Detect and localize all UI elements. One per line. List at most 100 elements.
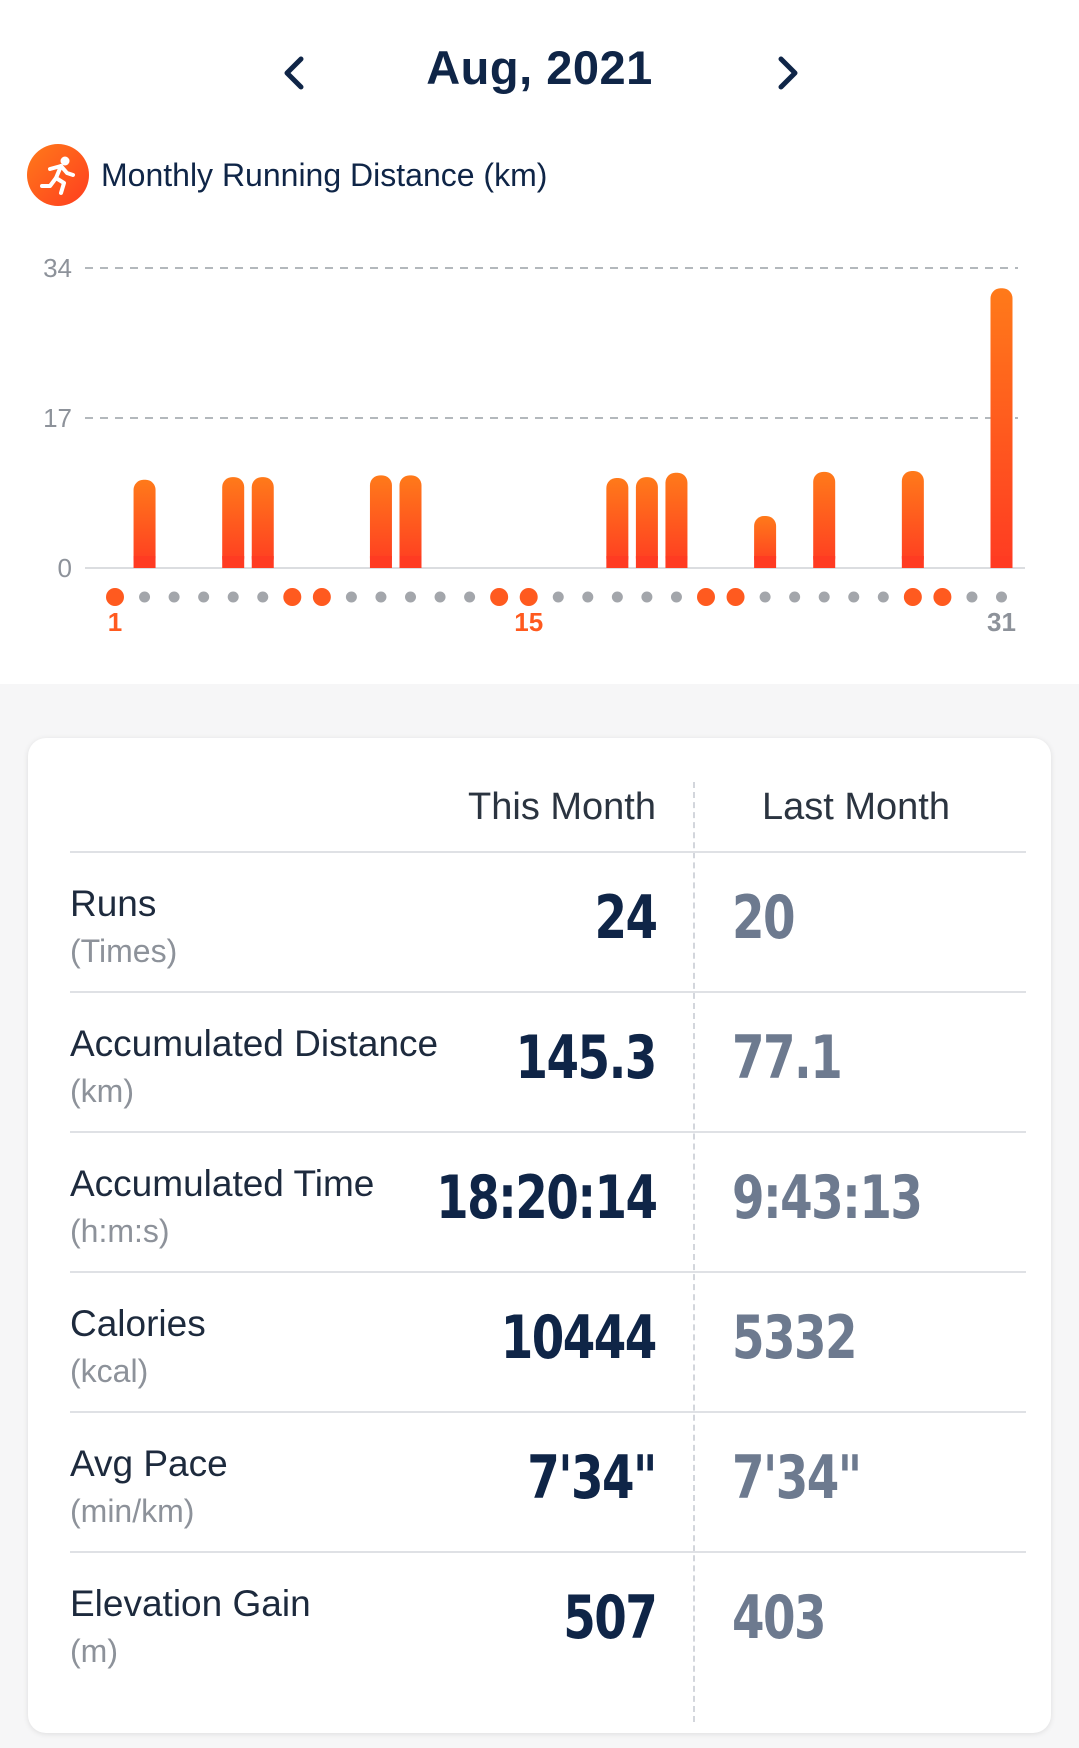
run-day-dot <box>933 588 952 606</box>
bar-base <box>251 556 274 568</box>
bar-base <box>901 556 924 568</box>
day-dot <box>789 591 801 603</box>
bar <box>665 472 688 568</box>
day-dot <box>139 591 151 603</box>
bar <box>606 478 629 568</box>
stat-this-month-value: 7'34" <box>527 1443 657 1513</box>
stat-this-month-value: 24 <box>593 883 658 953</box>
this-month-header: This Month <box>468 786 656 828</box>
bar-base <box>369 556 392 568</box>
day-dot <box>611 591 623 603</box>
chart-header: Monthly Running Distance (km) <box>27 143 547 207</box>
bar <box>399 475 422 568</box>
stat-unit: (km) <box>70 1073 134 1109</box>
y-tick-label: 17 <box>43 403 72 433</box>
day-dot <box>375 591 387 603</box>
bar <box>990 288 1013 568</box>
chart-panel: Aug, 2021 Monthly Running Distance (km) … <box>0 0 1079 684</box>
stat-last-month-value: 20 <box>732 883 796 953</box>
x-tick-label: 1 <box>108 607 122 637</box>
day-dot <box>996 591 1007 603</box>
day-dot <box>759 591 771 603</box>
y-tick-label: 34 <box>43 253 72 283</box>
stat-label: Elevation Gain <box>70 1583 311 1624</box>
chevron-right-icon <box>778 56 798 90</box>
bar-base <box>635 556 658 568</box>
stat-unit: (min/km) <box>70 1493 195 1529</box>
stat-last-month-value: 5332 <box>732 1303 858 1373</box>
day-dot <box>434 591 446 603</box>
day-dot <box>257 591 269 603</box>
run-day-dot <box>903 588 922 606</box>
bar-base <box>990 556 1013 568</box>
y-tick-label: 0 <box>58 553 72 583</box>
run-day-dot <box>283 588 302 606</box>
day-dot <box>345 591 357 603</box>
day-dot <box>877 591 889 603</box>
run-day-dot <box>726 588 745 606</box>
day-dot <box>641 591 653 603</box>
stat-row-distance: Accumulated Distance (km) 145.3 77.1 <box>70 993 1026 1133</box>
day-dot <box>848 591 860 603</box>
bar <box>133 479 156 568</box>
x-tick-label: 15 <box>514 607 543 637</box>
bar <box>222 477 245 568</box>
day-dot <box>227 591 239 603</box>
day-dot <box>464 591 476 603</box>
stat-unit: (m) <box>70 1633 118 1669</box>
bar <box>635 477 658 568</box>
bar-base <box>665 556 688 568</box>
bar-base <box>222 556 245 568</box>
distance-bar-chart: 0 17 34 1 15 31 <box>43 253 1025 637</box>
bar-base <box>754 556 777 568</box>
stat-unit: (Times) <box>70 933 178 969</box>
stat-last-month-value: 403 <box>732 1583 827 1653</box>
x-tick-label: 31 <box>987 607 1016 637</box>
stats-header-row: This Month Last Month <box>70 738 1026 853</box>
day-dot <box>198 591 210 603</box>
stat-this-month-value: 145.3 <box>515 1023 658 1093</box>
stats-card: This Month Last Month Runs (Times) 24 20… <box>28 738 1051 1733</box>
stat-row-elevation: Elevation Gain (m) 507 403 <box>70 1553 1026 1691</box>
bar-base <box>606 556 629 568</box>
day-dot <box>582 591 594 603</box>
stat-last-month-value: 9:43:13 <box>732 1163 923 1233</box>
run-day-dot <box>519 588 538 606</box>
stat-row-time: Accumulated Time (h:m:s) 18:20:14 9:43:1… <box>70 1133 1026 1273</box>
bar <box>251 477 274 568</box>
stat-last-month-value: 7'34" <box>732 1443 862 1513</box>
stat-label: Accumulated Distance <box>70 1023 439 1064</box>
chart-title: Monthly Running Distance (km) <box>101 156 548 193</box>
stat-row-calories: Calories (kcal) 10444 5332 <box>70 1273 1026 1413</box>
day-dot <box>405 591 416 603</box>
run-day-dot <box>490 588 509 606</box>
stat-this-month-value: 507 <box>562 1583 658 1653</box>
run-day-dot <box>697 588 715 606</box>
stat-label: Runs <box>70 883 157 924</box>
stat-unit: (kcal) <box>70 1353 149 1389</box>
stat-last-month-value: 77.1 <box>732 1023 843 1093</box>
stat-label: Accumulated Time <box>70 1163 375 1204</box>
stat-row-pace: Avg Pace (min/km) 7'34" 7'34" <box>70 1413 1026 1553</box>
bar <box>813 471 836 568</box>
day-dot <box>818 591 830 603</box>
day-dot <box>552 591 564 603</box>
stat-row-runs: Runs (Times) 24 20 <box>70 853 1026 993</box>
bar <box>901 470 924 568</box>
bar <box>369 475 392 568</box>
stat-this-month-value: 10444 <box>500 1303 658 1373</box>
day-dot <box>168 591 180 603</box>
bar-base <box>813 556 836 568</box>
run-day-dot <box>106 588 124 606</box>
stat-label: Calories <box>70 1303 206 1344</box>
month-title: Aug, 2021 <box>426 41 653 94</box>
stat-unit: (h:m:s) <box>70 1213 170 1249</box>
day-dot <box>670 591 682 603</box>
run-day-dot <box>312 588 331 606</box>
bar-base <box>399 556 422 568</box>
stat-this-month-value: 18:20:14 <box>435 1163 658 1233</box>
day-dot <box>966 591 978 603</box>
stat-label: Avg Pace <box>70 1443 228 1484</box>
bar-base <box>133 556 156 568</box>
next-month-button[interactable] <box>752 38 822 108</box>
